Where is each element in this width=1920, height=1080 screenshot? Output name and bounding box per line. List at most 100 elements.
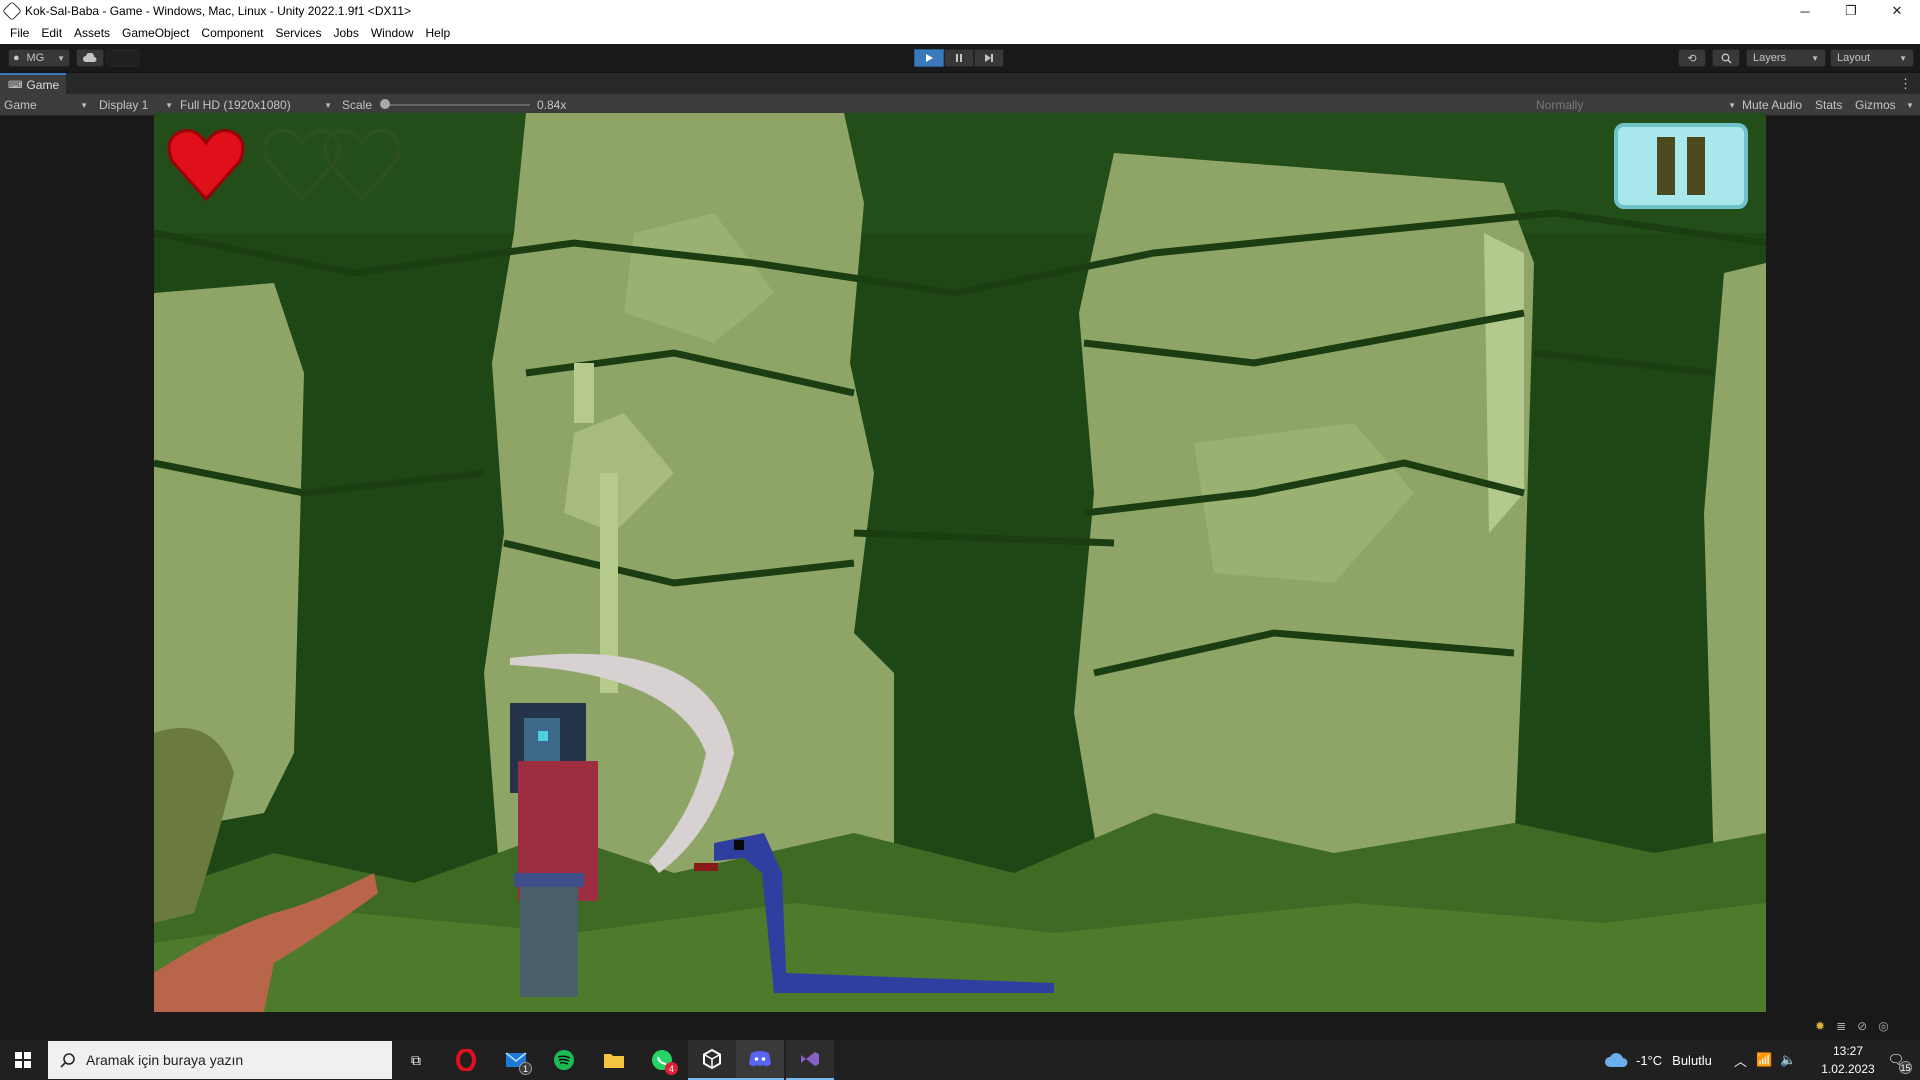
- restore-button[interactable]: ❐: [1828, 0, 1874, 22]
- show-hidden-icons-button[interactable]: ︿: [1734, 1040, 1747, 1080]
- pause-icon: [956, 54, 962, 62]
- cloud-icon: [1605, 1053, 1628, 1067]
- pause-button[interactable]: [944, 49, 974, 67]
- opera-icon: [456, 1049, 476, 1071]
- close-button[interactable]: ✕: [1874, 0, 1920, 22]
- pause-icon: [1687, 137, 1705, 195]
- taskbar-clock[interactable]: 13:27 1.02.2023: [1818, 1042, 1878, 1078]
- task-view-icon: ⧉: [411, 1051, 421, 1068]
- chevron-up-icon: ︿: [1734, 1053, 1748, 1069]
- visual-studio-app[interactable]: [786, 1040, 834, 1080]
- render-mode-label: Normally: [1536, 98, 1584, 112]
- chevron-down-icon: ▼: [165, 100, 173, 110]
- task-view-button[interactable]: ⧉: [392, 1040, 440, 1080]
- discord-app[interactable]: [736, 1040, 784, 1080]
- chevron-down-icon: ▼: [80, 100, 88, 110]
- layers-label: Layers: [1753, 52, 1787, 64]
- unity-icon: [703, 1048, 721, 1070]
- discord-icon: [749, 1051, 771, 1067]
- play-icon: [926, 54, 933, 62]
- cloud-button[interactable]: [76, 49, 104, 67]
- play-button[interactable]: [914, 49, 944, 67]
- check-icon[interactable]: ◎: [1878, 1019, 1888, 1033]
- search-button[interactable]: [1712, 49, 1740, 67]
- windows-taskbar: Aramak için buraya yazın ⧉ 1 4 -1°C Bulu…: [0, 1040, 1920, 1080]
- mail-badge: 1: [519, 1062, 532, 1075]
- pause-icon: [1657, 137, 1675, 195]
- unity-app[interactable]: [688, 1040, 736, 1080]
- weather-text: Bulutlu: [1672, 1052, 1712, 1068]
- unity-logo-icon: [2, 1, 22, 21]
- chevron-down-icon: ▼: [1811, 53, 1819, 63]
- menu-edit[interactable]: Edit: [35, 26, 68, 40]
- folder-icon: [604, 1054, 624, 1068]
- search-icon: [1721, 53, 1731, 63]
- undo-history-button[interactable]: ⟲: [1678, 49, 1706, 67]
- visual-studio-icon: [801, 1052, 819, 1066]
- mail-app[interactable]: 1: [492, 1040, 540, 1080]
- clock-date: 1.02.2023: [1821, 1062, 1875, 1076]
- layout-label: Layout: [1837, 52, 1871, 64]
- bug-icon[interactable]: ✹: [1815, 1019, 1825, 1033]
- notification-center-button[interactable]: 🗨 15: [1878, 1040, 1914, 1080]
- resolution-label: Full HD (1920x1080): [180, 98, 291, 112]
- menu-jobs[interactable]: Jobs: [327, 26, 364, 40]
- start-button[interactable]: [0, 1040, 46, 1080]
- step-button[interactable]: [974, 49, 1004, 67]
- editor-status-icons: ✹ ≣ ⊘ ◎: [1815, 1019, 1889, 1033]
- step-icon: [985, 54, 993, 62]
- collab-button[interactable]: [106, 49, 140, 67]
- layout-dropdown[interactable]: Layout ▼: [1830, 49, 1914, 67]
- whatsapp-badge: 4: [665, 1062, 678, 1075]
- menu-help[interactable]: Help: [420, 26, 457, 40]
- more-options-icon[interactable]: ⋮: [1899, 76, 1912, 92]
- window-titlebar: Kok-Sal-Baba - Game - Windows, Mac, Linu…: [0, 0, 1920, 22]
- volume-icon[interactable]: 🔈: [1780, 1040, 1796, 1080]
- weather-widget[interactable]: -1°C Bulutlu: [1604, 1040, 1712, 1080]
- health-hearts: [167, 128, 401, 202]
- clock-time: 13:27: [1832, 1044, 1864, 1058]
- heart-full-icon: [167, 129, 245, 202]
- chevron-down-icon[interactable]: ▼: [1906, 94, 1914, 116]
- menu-component[interactable]: Component: [195, 26, 269, 40]
- account-dropdown[interactable]: ● MG ▼: [8, 49, 70, 67]
- display-label: Display 1: [99, 98, 149, 112]
- spotify-icon: [554, 1050, 574, 1070]
- unity-toolbar: ● MG ▼ ⟲ Layers ▼ Layout ▼: [0, 44, 1920, 72]
- debug-icon[interactable]: ⊘: [1857, 1019, 1867, 1033]
- view-mode-dropdown[interactable]: Game ▼: [4, 94, 88, 116]
- whatsapp-app[interactable]: 4: [638, 1040, 686, 1080]
- search-icon: [60, 1053, 75, 1068]
- editor-tab-bar: ⌨ Game ⋮: [0, 72, 1920, 95]
- gamepad-icon: ⌨: [8, 79, 23, 91]
- spotify-app[interactable]: [540, 1040, 588, 1080]
- menu-window[interactable]: Window: [365, 26, 420, 40]
- network-icon[interactable]: 📶: [1756, 1040, 1772, 1080]
- gizmos-toggle[interactable]: Gizmos: [1855, 94, 1896, 116]
- scale-slider-track[interactable]: [384, 104, 530, 106]
- notification-count: 15: [1899, 1061, 1912, 1074]
- tab-game[interactable]: ⌨ Game: [0, 73, 66, 95]
- menu-gameobject[interactable]: GameObject: [116, 26, 195, 40]
- forest-scene: [154, 113, 1766, 1012]
- scale-slider-handle[interactable]: [380, 99, 390, 109]
- account-icon: ●: [13, 52, 20, 64]
- layers-dropdown[interactable]: Layers ▼: [1746, 49, 1826, 67]
- history-icon: ⟲: [1687, 52, 1697, 65]
- taskbar-search-box[interactable]: Aramak için buraya yazın: [48, 1041, 392, 1079]
- playmode-controls: [914, 49, 1004, 67]
- menu-services[interactable]: Services: [269, 26, 327, 40]
- windows-logo-icon: [15, 1052, 31, 1068]
- menu-file[interactable]: File: [4, 26, 35, 40]
- game-render[interactable]: [154, 113, 1766, 1012]
- pause-button[interactable]: [1614, 123, 1748, 209]
- minimize-button[interactable]: ─: [1782, 0, 1828, 22]
- opera-app[interactable]: [442, 1040, 490, 1080]
- stack-icon[interactable]: ≣: [1836, 1019, 1846, 1033]
- search-placeholder: Aramak için buraya yazın: [86, 1052, 244, 1068]
- account-label: MG: [26, 52, 45, 64]
- chevron-down-icon: ▼: [1728, 100, 1736, 110]
- file-explorer-app[interactable]: [590, 1040, 638, 1080]
- stats-toggle[interactable]: Stats: [1815, 94, 1842, 116]
- menu-assets[interactable]: Assets: [68, 26, 116, 40]
